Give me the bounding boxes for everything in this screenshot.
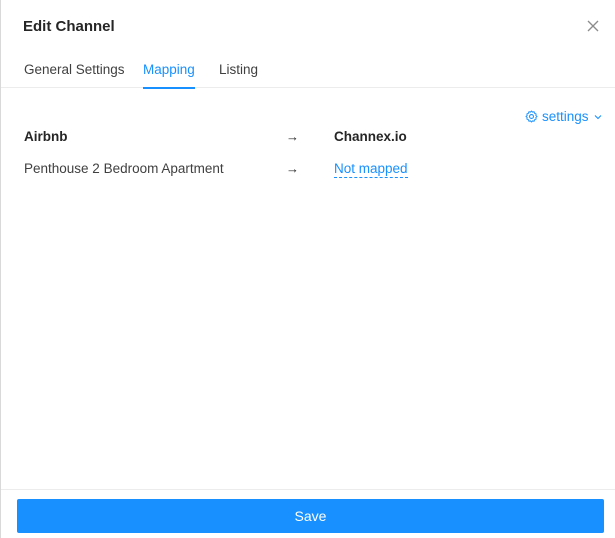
source-room-name: Penthouse 2 Bedroom Apartment (24, 161, 224, 176)
settings-label: settings (542, 109, 589, 124)
mapping-row: Penthouse 2 Bedroom Apartment → Not mapp… (1, 161, 615, 181)
source-column-header: Airbnb (24, 129, 68, 144)
arrow-icon: → (286, 161, 299, 176)
tab-mapping[interactable]: Mapping (143, 62, 195, 89)
tab-general-settings[interactable]: General Settings (24, 62, 125, 88)
not-mapped-link[interactable]: Not mapped (334, 161, 408, 178)
gear-icon (525, 110, 538, 123)
tab-bar: General Settings Mapping Listing (1, 56, 615, 89)
edit-channel-modal: Edit Channel General Settings Mapping Li… (0, 0, 615, 538)
modal-header: Edit Channel (1, 0, 615, 56)
chevron-down-icon (593, 112, 603, 122)
save-button[interactable]: Save (17, 499, 604, 533)
modal-title: Edit Channel (23, 18, 115, 35)
settings-dropdown[interactable]: settings (525, 109, 603, 124)
tab-listing[interactable]: Listing (219, 62, 258, 88)
close-icon[interactable] (585, 18, 603, 36)
modal-footer: Save (1, 489, 615, 538)
target-column-header: Channex.io (334, 129, 407, 144)
mapping-header-row: Airbnb → Channex.io (1, 129, 615, 149)
arrow-icon: → (286, 129, 299, 144)
